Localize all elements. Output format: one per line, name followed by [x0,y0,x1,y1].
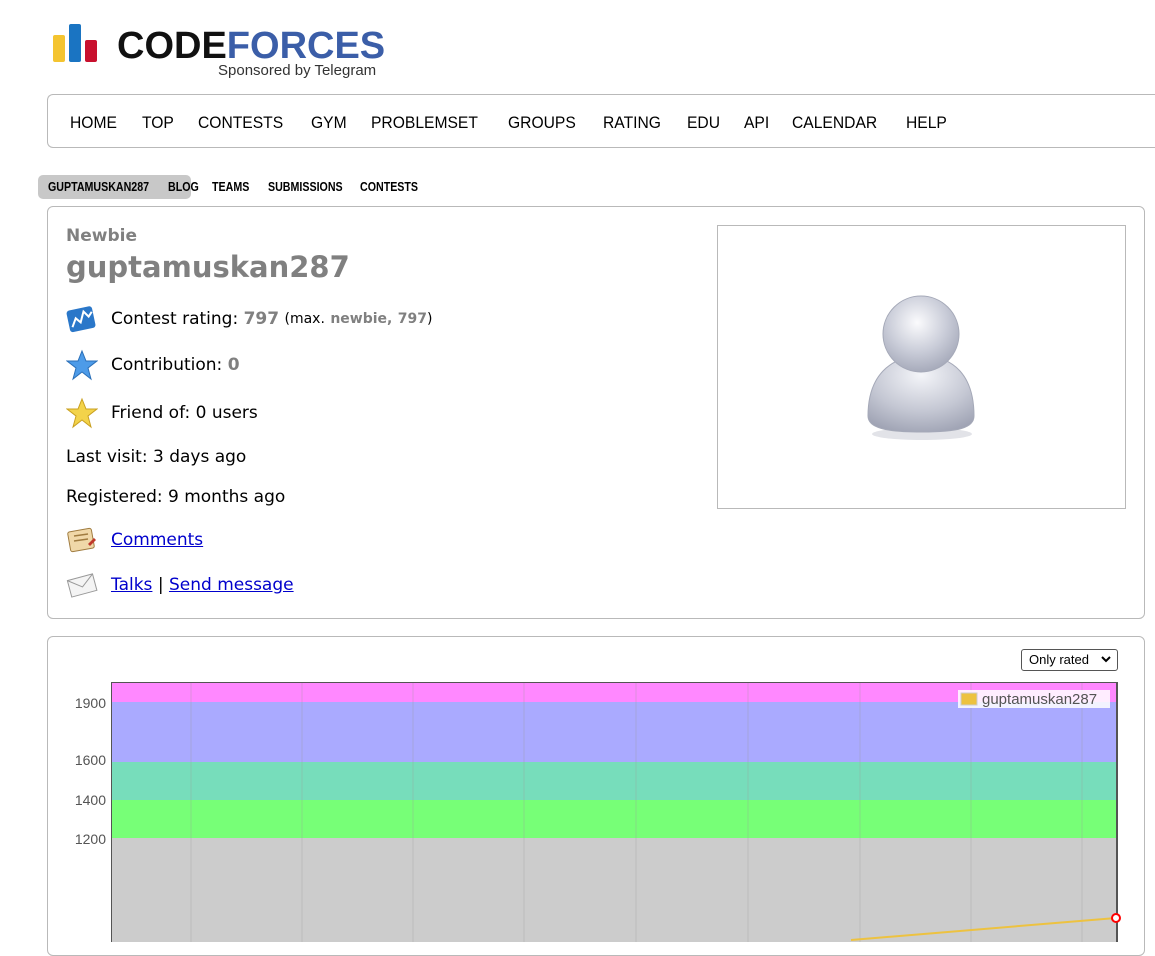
legend-label: guptamuskan287 [982,691,1097,708]
rating-graph-box: Only rated 1900 1600 1400 1200 guptamusk… [47,636,1145,956]
user-silhouette-icon [867,295,975,440]
tab-submissions[interactable]: SUBMISSIONS [268,175,343,199]
rating-graph-icon [66,303,98,335]
talks-row: Talks | Send message [66,569,294,601]
rating-value: 797 [243,309,280,329]
envelope-icon [66,569,98,601]
band-candidate-master [111,702,1117,762]
band-expert [111,762,1117,800]
comments-icon [66,524,98,556]
max-rank: newbie, [330,311,393,327]
nav-contests[interactable]: CONTESTS [198,113,283,133]
nav-help[interactable]: HELP [906,113,947,133]
user-rank: Newbie [66,226,137,246]
y-tick-label: 1200 [74,831,106,847]
y-tick-label: 1400 [74,792,106,808]
nav-edu[interactable]: EDU [687,113,720,133]
contribution-label: Contribution: [111,355,223,375]
tab-contests[interactable]: CONTESTS [360,175,418,199]
link-separator: | [157,575,164,595]
send-message-link[interactable]: Send message [169,575,294,595]
tab-blog[interactable]: BLOG [168,175,199,199]
rated-filter-select[interactable]: Only rated [1021,649,1118,671]
nav-home[interactable]: HOME [70,113,117,133]
registered: Registered: 9 months ago [66,487,286,507]
nav-calendar[interactable]: CALENDAR [792,113,877,133]
nav-problemset[interactable]: PROBLEMSET [371,113,478,133]
friend-of-row: Friend of: 0 users [65,397,258,429]
sponsor-text: Sponsored by Telegram [218,62,377,79]
nav-rating[interactable]: RATING [603,113,661,133]
legend-swatch [960,692,978,706]
chevron-down-icon [1100,653,1112,668]
y-tick-label: 1900 [74,695,106,711]
talks-link[interactable]: Talks [111,575,152,595]
tab-teams[interactable]: TEAMS [212,175,249,199]
nav-groups[interactable]: GROUPS [508,113,576,133]
max-rating: 797 [397,311,427,327]
filter-selected-value: Only rated [1029,652,1089,667]
profile-box: Newbie guptamuskan287 Contest rating: 79… [47,206,1145,619]
comments-link[interactable]: Comments [111,530,203,550]
contribution-value: 0 [227,355,240,375]
nav-gym[interactable]: GYM [311,113,347,133]
codeforces-logo[interactable]: CODEFORCES Sponsored by Telegram [53,20,413,84]
y-tick-label: 1600 [74,752,106,768]
avatar [717,225,1126,509]
chart-legend: guptamuskan287 [958,690,1110,708]
profile-menu-active: GUPTAMUSKAN287 BLOG [38,175,199,199]
blue-star-icon [65,349,99,381]
band-specialist [111,800,1117,838]
contest-rating-row: Contest rating: 797 (max. newbie, 797) [66,303,432,335]
user-handle: guptamuskan287 [66,250,350,284]
last-visit: Last visit: 3 days ago [66,447,247,467]
profile-menu: GUPTAMUSKAN287 BLOG TEAMS SUBMISSIONS CO… [38,175,430,199]
max-close: ) [427,311,433,327]
rating-label: Contest rating: [111,309,239,329]
gold-star-icon [65,397,99,429]
main-menu: HOME TOP CONTESTS GYM PROBLEMSET GROUPS RATING… [47,94,1155,148]
nav-api[interactable]: API [744,113,769,133]
tab-handle[interactable]: GUPTAMUSKAN287 [48,175,149,199]
friend-of-text: Friend of: 0 users [111,403,258,423]
max-open: (max. [284,311,325,327]
nav-top[interactable]: TOP [142,113,174,133]
band-newbie [111,838,1117,942]
contribution-row: Contribution: 0 [65,349,240,381]
series-point [1111,913,1121,923]
rating-chart: guptamuskan287 [111,682,1121,942]
logo-bars-icon [53,22,105,62]
comments-row: Comments [66,524,203,556]
